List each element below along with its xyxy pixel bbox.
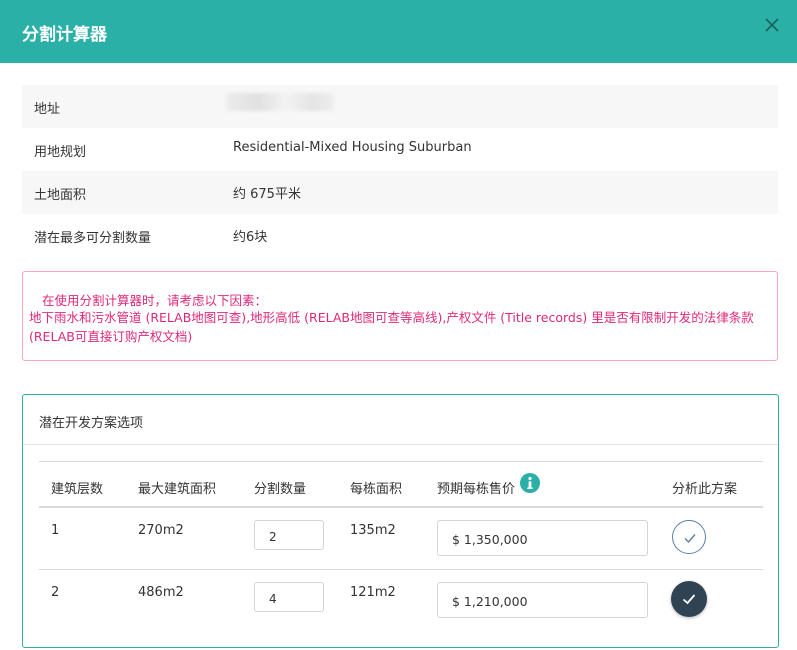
notice-box: 在使用分割计算器时，请考虑以下因素： 地下雨水和污水管道 (RELAB地图可查)… <box>22 271 778 361</box>
max-subdivision-label: 潜在最多可分割数量 <box>34 231 152 246</box>
row2-max-area: 486m2 <box>138 585 184 600</box>
dialog-header: 分割计算器 <box>0 0 797 63</box>
row1-max-area: 270m2 <box>138 523 184 538</box>
zoning-label: 用地规划 <box>34 145 87 160</box>
header-max-area: 最大建筑面积 <box>138 482 217 497</box>
info-row-land-area: 土地面积 约 675平米 <box>22 171 778 214</box>
info-row-zoning: 用地规划 Residential-Mixed Housing Suburban <box>22 128 778 171</box>
header-analyze: 分析此方案 <box>672 482 738 497</box>
notice-line1: 在使用分割计算器时，请考虑以下因素： <box>42 293 268 308</box>
property-info: 地址 用地规划 Residential-Mixed Housing Suburb… <box>22 85 778 257</box>
header-area-each: 每栋面积 <box>350 482 403 497</box>
close-icon[interactable] <box>763 16 781 34</box>
max-subdivision-value: 约6块 <box>233 230 268 245</box>
row1-price-input[interactable]: $ 1,350,000 <box>437 520 648 556</box>
info-row-max-subdivision: 潜在最多可分割数量 约6块 <box>22 214 778 257</box>
address-value-blurred <box>226 93 334 111</box>
row1-analyze-check-icon[interactable] <box>672 520 706 554</box>
land-area-label: 土地面积 <box>34 188 87 203</box>
row2-subdivisions-input[interactable]: 4 <box>254 582 324 612</box>
development-options-panel: 潜在开发方案选项 建筑层数 最大建筑面积 分割数量 每栋面积 预期每栋售价 分析… <box>22 394 779 648</box>
panel-divider <box>23 444 778 445</box>
table-top-line <box>39 461 763 462</box>
row2-floors: 2 <box>51 585 60 600</box>
land-area-value: 约 675平米 <box>233 187 301 202</box>
header-price-each: 预期每栋售价 <box>437 482 516 497</box>
row1-area-each: 135m2 <box>350 523 396 538</box>
row2-area-each: 121m2 <box>350 585 396 600</box>
header-subdivisions: 分割数量 <box>254 482 307 497</box>
row1-floors: 1 <box>51 523 60 538</box>
row1-subdivisions-input[interactable]: 2 <box>254 520 324 550</box>
table-header-line <box>39 506 763 508</box>
table-row-divider <box>39 569 763 570</box>
address-label: 地址 <box>34 102 61 117</box>
dialog-title: 分割计算器 <box>22 25 107 45</box>
row2-analyze-check-icon[interactable] <box>671 581 707 617</box>
panel-title: 潜在开发方案选项 <box>39 416 144 431</box>
notice-line2: 地下雨水和污水管道 (RELAB地图可查),地形高低 (RELAB地图可查等高线… <box>29 310 754 344</box>
zoning-value: Residential-Mixed Housing Suburban <box>233 140 472 155</box>
info-icon[interactable] <box>520 473 540 493</box>
row2-price-input[interactable]: $ 1,210,000 <box>437 582 648 618</box>
info-row-address: 地址 <box>22 85 778 128</box>
header-floors: 建筑层数 <box>51 482 104 497</box>
